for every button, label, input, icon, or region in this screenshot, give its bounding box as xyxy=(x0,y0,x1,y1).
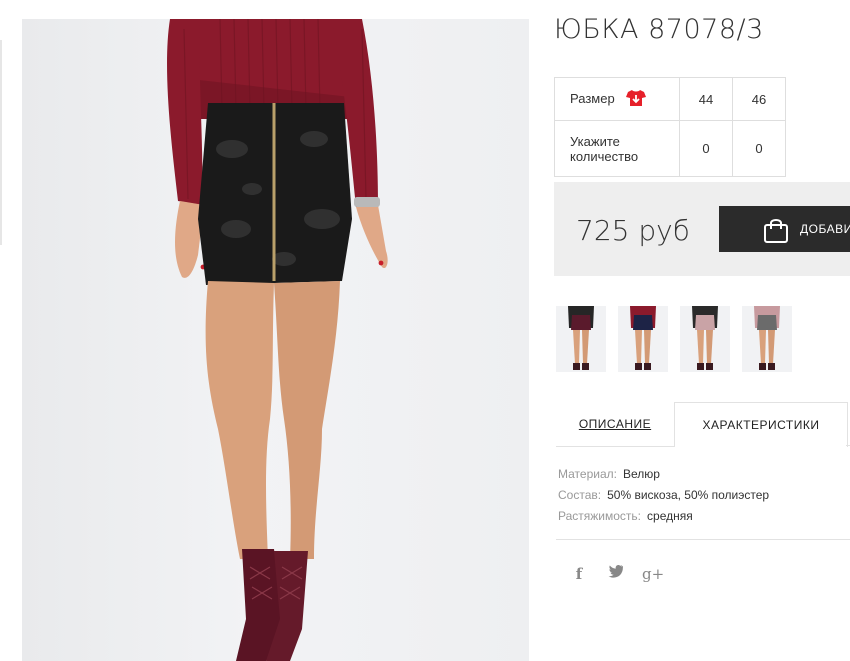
tab-characteristics[interactable]: ХАРАКТЕРИСТИКИ xyxy=(674,402,848,447)
color-variant-navy[interactable] xyxy=(618,306,668,372)
product-title: ЮБКА 87078/3 xyxy=(554,14,764,45)
product-tabs: ОПИСАНИЕ ХАРАКТЕРИСТИКИ xyxy=(556,402,850,447)
size-label: Размер xyxy=(570,90,615,106)
spec-key: Растяжимость: xyxy=(558,509,642,523)
quantity-input-44[interactable]: 0 xyxy=(679,120,733,177)
price-panel: 725 руб ДОБАВИТЬ xyxy=(554,182,850,276)
spec-row: Материал: Велюр xyxy=(558,464,769,485)
googleplus-icon[interactable]: g+ xyxy=(642,564,664,584)
tab-description[interactable]: ОПИСАНИЕ xyxy=(556,402,674,447)
facebook-icon[interactable]: f xyxy=(569,564,589,584)
spec-value: средняя xyxy=(647,509,693,523)
specs-list: Материал: Велюр Состав: 50% вискоза, 50% п… xyxy=(558,464,769,527)
quantity-label: Укажите количество xyxy=(554,120,680,177)
main-product-photo xyxy=(22,19,529,661)
add-to-cart-button[interactable]: ДОБАВИТЬ xyxy=(719,206,850,252)
size-label-cell: Размер xyxy=(554,77,680,121)
product-price: 725 руб xyxy=(576,214,690,247)
spec-value: Велюр xyxy=(622,467,660,481)
color-variant-pink[interactable] xyxy=(680,306,730,372)
color-variant-grey[interactable] xyxy=(742,306,792,372)
add-to-cart-label: ДОБАВИТЬ xyxy=(800,222,850,236)
color-variant-burgundy[interactable] xyxy=(556,306,606,372)
spec-row: Состав: 50% вискоза, 50% полиэстер xyxy=(558,485,769,506)
spec-row: Растяжимость: средняя xyxy=(558,506,769,527)
spec-key: Материал: xyxy=(558,467,617,481)
spec-value: 50% вискоза, 50% полиэстер xyxy=(607,488,770,502)
size-option-46[interactable]: 46 xyxy=(732,77,786,121)
size-option-44[interactable]: 44 xyxy=(679,77,733,121)
size-quantity-table: Размер 44 46 Укажите количество 0 0 xyxy=(554,77,786,177)
spec-key: Состав: xyxy=(558,488,602,502)
tab-underline xyxy=(846,445,850,446)
quantity-input-46[interactable]: 0 xyxy=(732,120,786,177)
left-edge-strip xyxy=(0,40,2,245)
shopping-bag-icon xyxy=(764,219,788,243)
divider xyxy=(556,539,850,540)
tshirt-size-icon[interactable] xyxy=(626,89,647,110)
twitter-icon[interactable] xyxy=(605,564,625,584)
